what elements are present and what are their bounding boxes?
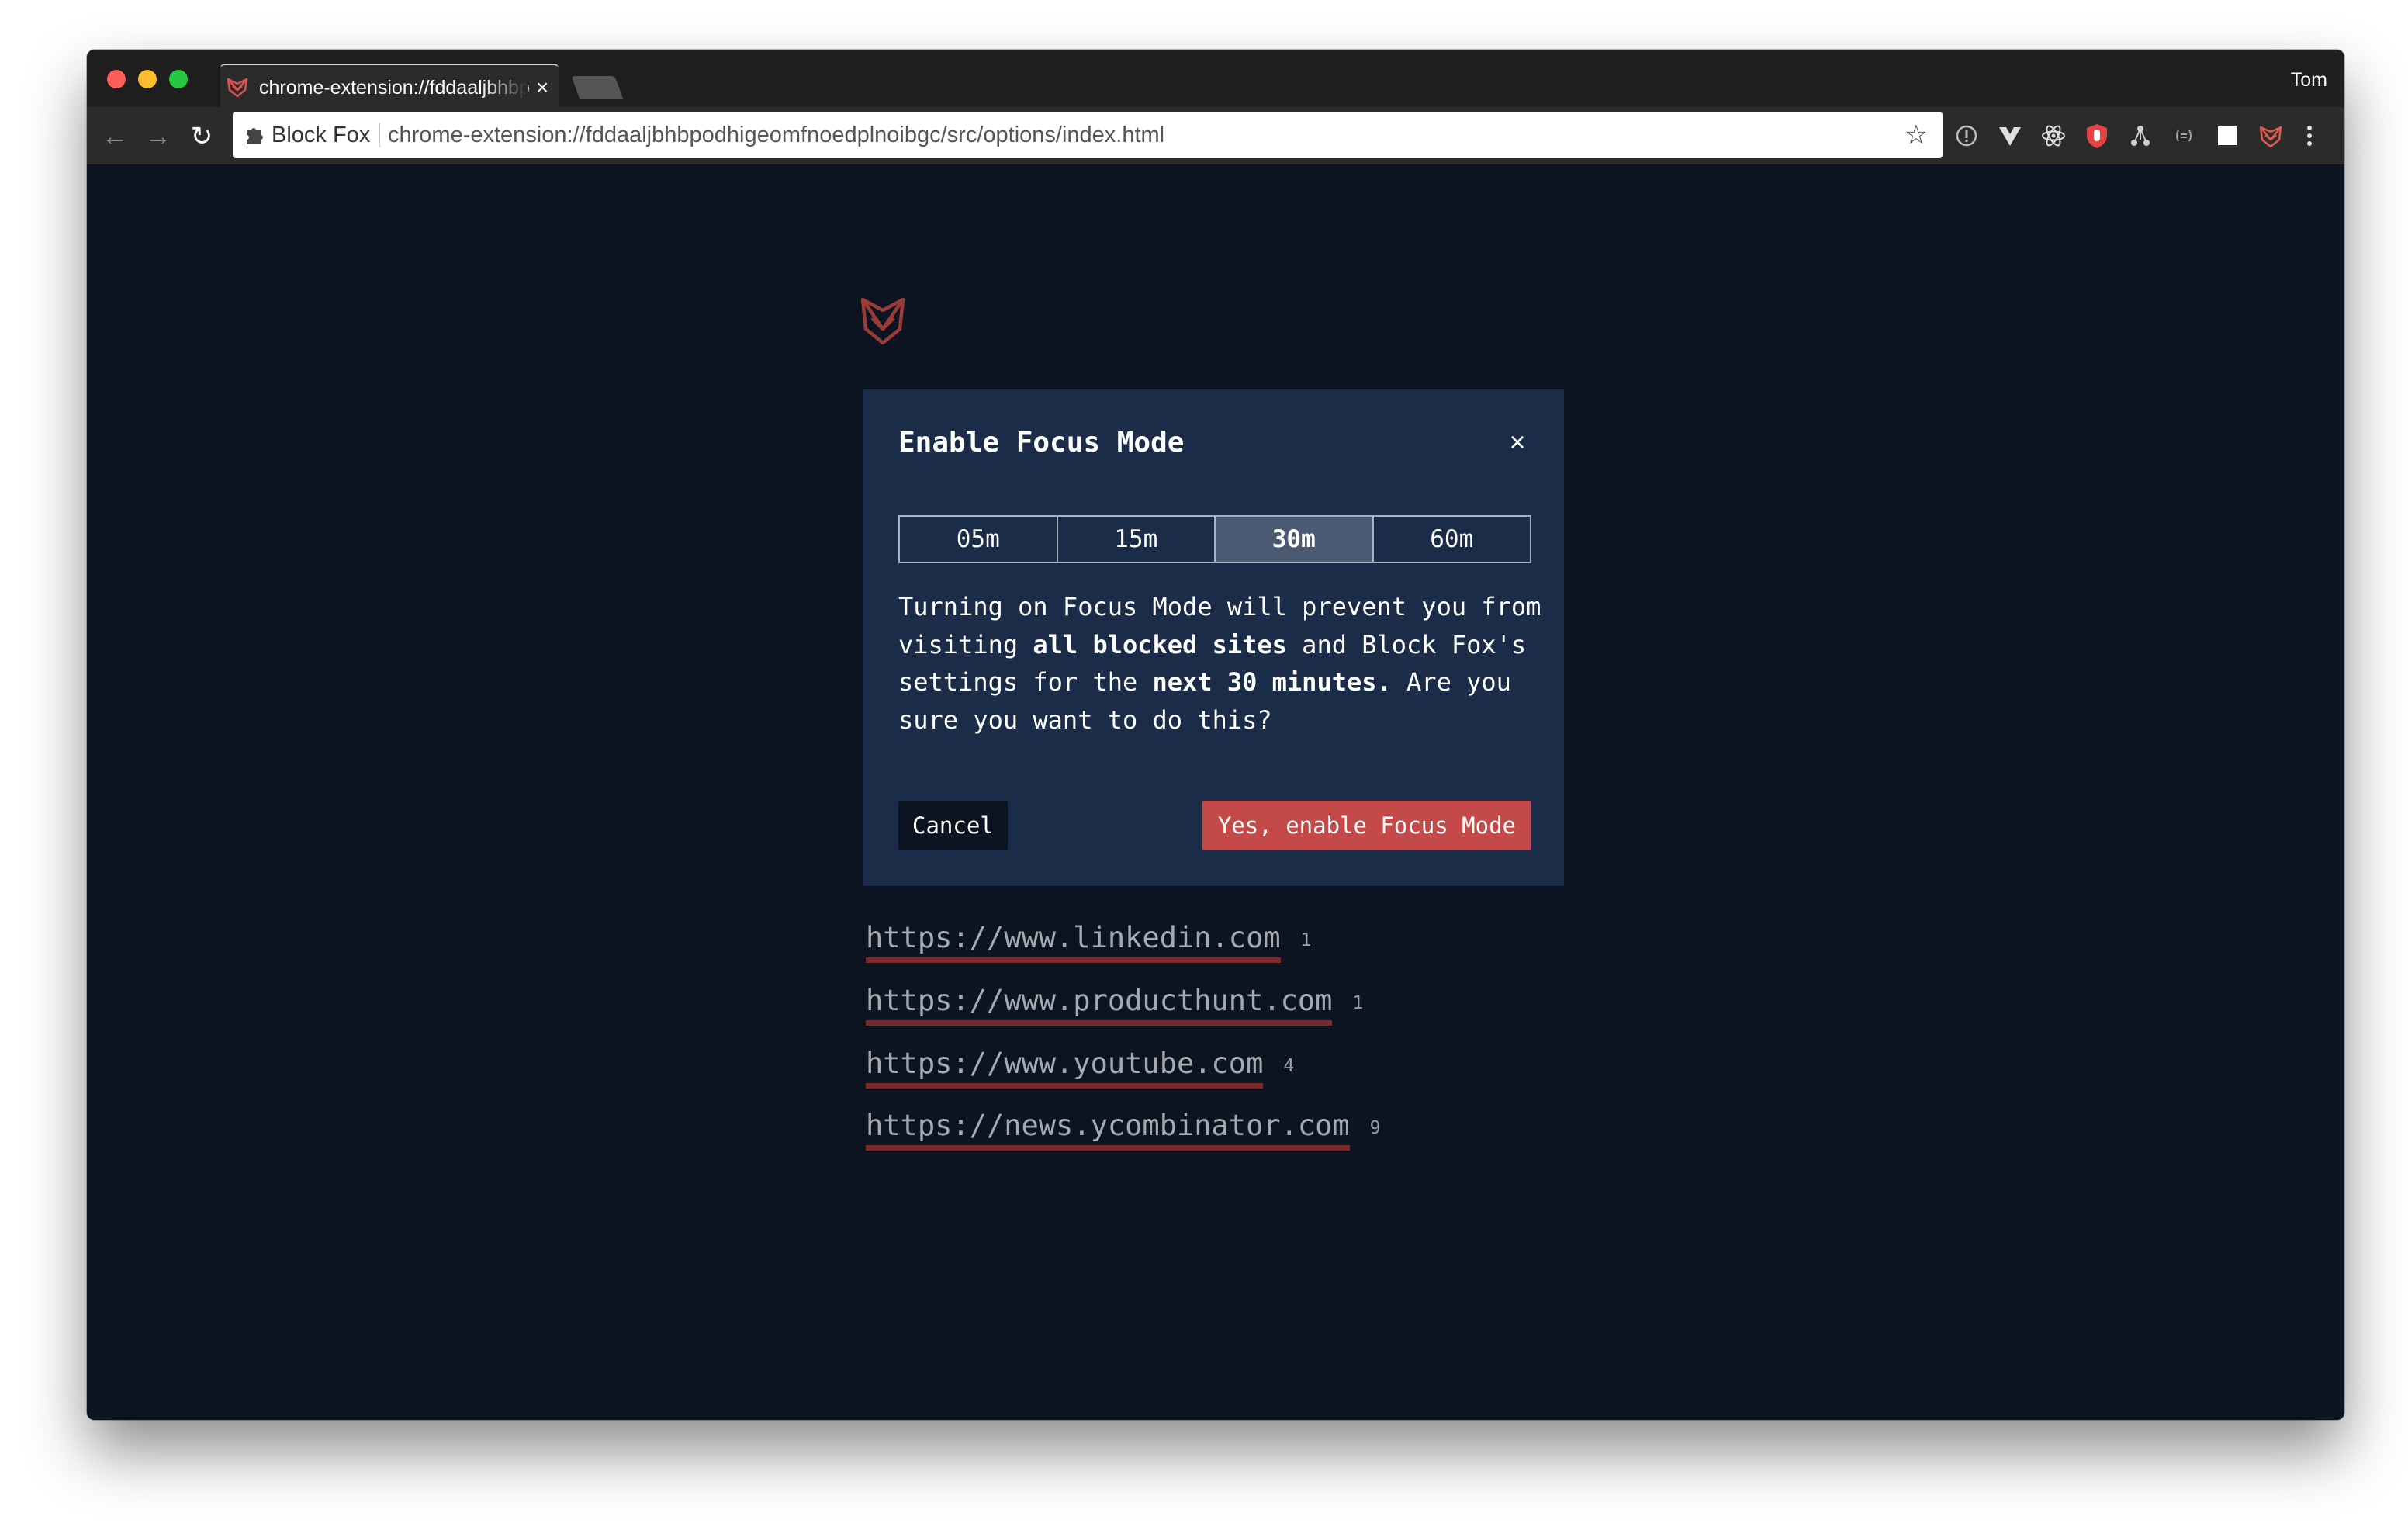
duration-option-15m[interactable]: 15m bbox=[1058, 517, 1216, 562]
tab-strip: chrome-extension://fddaaljbhbpodhigeomfn… bbox=[87, 50, 2344, 107]
visit-count: 9 bbox=[1369, 1118, 1381, 1138]
blocked-site-item: https://news.ycombinator.com 9 bbox=[866, 1106, 1381, 1153]
cancel-button[interactable]: Cancel bbox=[898, 801, 1008, 850]
square-icon[interactable] bbox=[2213, 121, 2242, 151]
message-emphasis: next 30 minutes. bbox=[1152, 667, 1392, 697]
tab-title-fade bbox=[481, 73, 528, 104]
blocked-site-item: https://www.youtube.com 4 bbox=[866, 1044, 1294, 1091]
blocked-site-item: https://www.producthunt.com 1 bbox=[866, 981, 1363, 1028]
dialog-title: Enable Focus Mode bbox=[898, 427, 1185, 459]
blocked-site-link[interactable]: https://www.linkedin.com bbox=[866, 919, 1281, 963]
puzzle-piece-icon bbox=[247, 128, 263, 144]
message-emphasis: all blocked sites bbox=[1033, 629, 1287, 659]
block-fox-favicon-icon bbox=[227, 78, 248, 98]
visit-count: 1 bbox=[1352, 993, 1364, 1013]
dialog-message: Turning on Focus Mode will prevent you f… bbox=[898, 588, 1542, 739]
blocked-site-link[interactable]: https://news.ycombinator.com bbox=[866, 1106, 1350, 1151]
visit-count: 4 bbox=[1283, 1056, 1295, 1076]
enable-focus-mode-button[interactable]: Yes, enable Focus Mode bbox=[1202, 801, 1531, 850]
close-window-button[interactable] bbox=[107, 70, 126, 88]
blocked-site-item: https://www.linkedin.com 1 bbox=[866, 919, 1311, 965]
bookmark-star-icon[interactable]: ☆ bbox=[1901, 119, 1932, 151]
options-page: Enable Focus Mode × 05m 15m 30m 60m Turn… bbox=[87, 164, 2344, 1420]
duration-selector: 05m 15m 30m 60m bbox=[898, 515, 1531, 563]
maximize-window-button[interactable] bbox=[169, 70, 188, 88]
browser-window: chrome-extension://fddaaljbhbpodhigeomfn… bbox=[87, 50, 2344, 1420]
back-button[interactable]: ← bbox=[99, 121, 130, 152]
forward-button[interactable]: → bbox=[143, 121, 174, 152]
new-tab-button[interactable] bbox=[571, 76, 624, 99]
react-icon[interactable] bbox=[2039, 121, 2068, 151]
blocked-site-link[interactable]: https://www.producthunt.com bbox=[866, 981, 1333, 1026]
site-name-label: Block Fox bbox=[272, 123, 371, 147]
duration-option-30m[interactable]: 30m bbox=[1216, 517, 1374, 562]
minimize-window-button[interactable] bbox=[138, 70, 157, 88]
address-bar[interactable]: Block Fox chrome-extension://fddaaljbhbp… bbox=[233, 112, 1943, 158]
block-fox-icon[interactable] bbox=[2256, 121, 2285, 151]
blocked-site-link[interactable]: https://www.youtube.com bbox=[866, 1044, 1264, 1089]
graph-icon[interactable] bbox=[2126, 121, 2155, 151]
profile-name[interactable]: Tom bbox=[2291, 68, 2327, 92]
vue-icon[interactable] bbox=[1995, 121, 2025, 151]
tab-options[interactable]: chrome-extension://fddaaljbhbpodhigeomfn… bbox=[220, 64, 559, 107]
code-icon[interactable] bbox=[2169, 121, 2199, 151]
reload-button[interactable]: ↻ bbox=[186, 121, 217, 152]
duration-option-05m[interactable]: 05m bbox=[900, 517, 1058, 562]
url-text[interactable]: chrome-extension://fddaaljbhbpodhigeomfn… bbox=[388, 121, 1164, 149]
focus-mode-dialog: Enable Focus Mode × 05m 15m 30m 60m Turn… bbox=[863, 389, 1564, 886]
visit-count: 1 bbox=[1300, 930, 1312, 950]
tab-close-icon[interactable]: × bbox=[531, 74, 554, 101]
address-divider bbox=[379, 123, 380, 147]
browser-toolbar: ← → ↻ Block Fox chrome-extension://fddaa… bbox=[87, 107, 2344, 164]
close-icon[interactable]: × bbox=[1502, 427, 1533, 458]
ublock-icon[interactable] bbox=[2082, 121, 2112, 151]
info-icon[interactable] bbox=[1952, 121, 1981, 151]
block-fox-logo-icon bbox=[860, 297, 905, 345]
menu-dots-icon[interactable] bbox=[2295, 121, 2324, 151]
duration-option-60m[interactable]: 60m bbox=[1374, 517, 1531, 562]
